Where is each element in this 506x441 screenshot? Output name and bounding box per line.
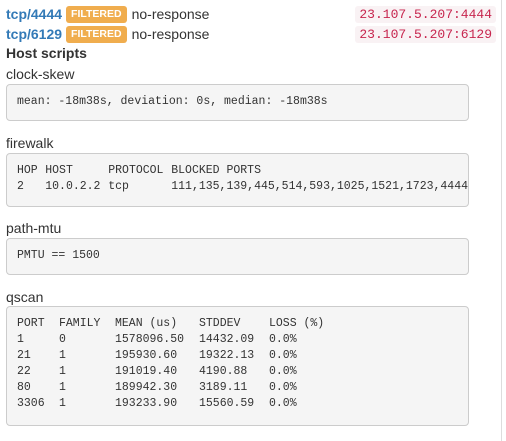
port-row: tcp/6129 FILTERED no-response 23.107.5.2…: [6, 24, 496, 44]
table-header-cell: PROTOCOL: [108, 164, 164, 177]
table-cell: tcp: [108, 180, 129, 193]
table-row: 1 0 1578096.50 14432.09 0.0%: [17, 332, 324, 348]
table-cell: 0.0%: [269, 397, 297, 410]
table-header-row: PORT FAMILY MEAN (us) STDDEV LOSS (%): [17, 316, 324, 332]
table-cell: 0: [59, 333, 66, 346]
state-badge: FILTERED: [66, 5, 127, 23]
table-cell: 80: [17, 381, 31, 394]
table-header-cell: STDDEV: [199, 317, 241, 330]
table-cell: 22: [17, 365, 31, 378]
table-cell: 1: [59, 381, 66, 394]
table-cell: 3306: [17, 397, 45, 410]
table-cell: 14432.09: [199, 333, 255, 346]
script-output-path-mtu: PMTU == 1500: [6, 238, 469, 275]
table-cell: 10.0.2.2: [45, 180, 101, 193]
table-header-cell: HOP: [17, 164, 38, 177]
table-header-cell: BLOCKED PORTS: [171, 164, 261, 177]
table-cell: 111,135,139,445,514,593,1025,1521,1723,4…: [171, 180, 468, 193]
table-cell: 0.0%: [269, 365, 297, 378]
table-cell: 1: [59, 365, 66, 378]
table-header-cell: FAMILY: [59, 317, 101, 330]
table-cell: 4190.88: [199, 365, 248, 378]
table-header-cell: HOST: [45, 164, 73, 177]
qscan-table: PORT FAMILY MEAN (us) STDDEV LOSS (%) 1 …: [17, 316, 324, 412]
table-cell: 0.0%: [269, 349, 297, 362]
table-cell: 191019.40: [115, 365, 178, 378]
port-address: 23.107.5.207:4444: [355, 5, 496, 23]
table-cell: 195930.60: [115, 349, 178, 362]
table-cell: 3189.11: [199, 381, 248, 394]
table-row: 3306 1 193233.90 15560.59 0.0%: [17, 396, 324, 412]
port-address: 23.107.5.207:6129: [355, 25, 496, 43]
table-cell: 0.0%: [269, 381, 297, 394]
table-cell: 1: [17, 333, 24, 346]
table-cell: 19322.13: [199, 349, 255, 362]
state-badge: FILTERED: [66, 25, 127, 43]
table-cell: 2: [17, 180, 24, 193]
script-output-text: PMTU == 1500: [17, 249, 100, 262]
table-cell: 21: [17, 349, 31, 362]
port-link[interactable]: tcp/6129: [6, 26, 62, 42]
table-header-cell: MEAN (us): [115, 317, 178, 330]
scan-results-panel: tcp/4444 FILTERED no-response 23.107.5.2…: [0, 0, 502, 441]
table-row: 22 1 191019.40 4190.88 0.0%: [17, 364, 324, 380]
table-row: 80 1 189942.30 3189.11 0.0%: [17, 380, 324, 396]
table-row: 2 10.0.2.2 tcp 111,135,139,445,514,593,1…: [17, 179, 468, 195]
table-header-cell: PORT: [17, 317, 45, 330]
script-name-qscan: qscan: [6, 289, 44, 305]
table-header-cell: LOSS (%): [269, 317, 325, 330]
script-output-firewalk: HOP HOST PROTOCOL BLOCKED PORTS 2 10.0.2…: [6, 153, 469, 207]
script-output-qscan: PORT FAMILY MEAN (us) STDDEV LOSS (%) 1 …: [6, 306, 469, 426]
table-cell: 193233.90: [115, 397, 178, 410]
table-cell: 15560.59: [199, 397, 255, 410]
table-header-row: HOP HOST PROTOCOL BLOCKED PORTS: [17, 163, 468, 179]
table-cell: 0.0%: [269, 333, 297, 346]
port-reason: no-response: [131, 6, 210, 22]
firewalk-table: HOP HOST PROTOCOL BLOCKED PORTS 2 10.0.2…: [17, 163, 468, 195]
port-row: tcp/4444 FILTERED no-response 23.107.5.2…: [6, 4, 496, 24]
script-name-path-mtu: path-mtu: [6, 220, 62, 236]
script-output-clock-skew: mean: -18m38s, deviation: 0s, median: -1…: [6, 84, 469, 121]
table-cell: 1: [59, 397, 66, 410]
table-cell: 1578096.50: [115, 333, 185, 346]
script-name-clock-skew: clock-skew: [6, 66, 75, 82]
script-output-text: mean: -18m38s, deviation: 0s, median: -1…: [17, 95, 328, 108]
host-scripts-heading: Host scripts: [6, 45, 87, 61]
table-cell: 189942.30: [115, 381, 178, 394]
port-link[interactable]: tcp/4444: [6, 6, 62, 22]
script-name-firewalk: firewalk: [6, 135, 54, 151]
port-reason: no-response: [131, 26, 210, 42]
table-row: 21 1 195930.60 19322.13 0.0%: [17, 348, 324, 364]
table-cell: 1: [59, 349, 66, 362]
